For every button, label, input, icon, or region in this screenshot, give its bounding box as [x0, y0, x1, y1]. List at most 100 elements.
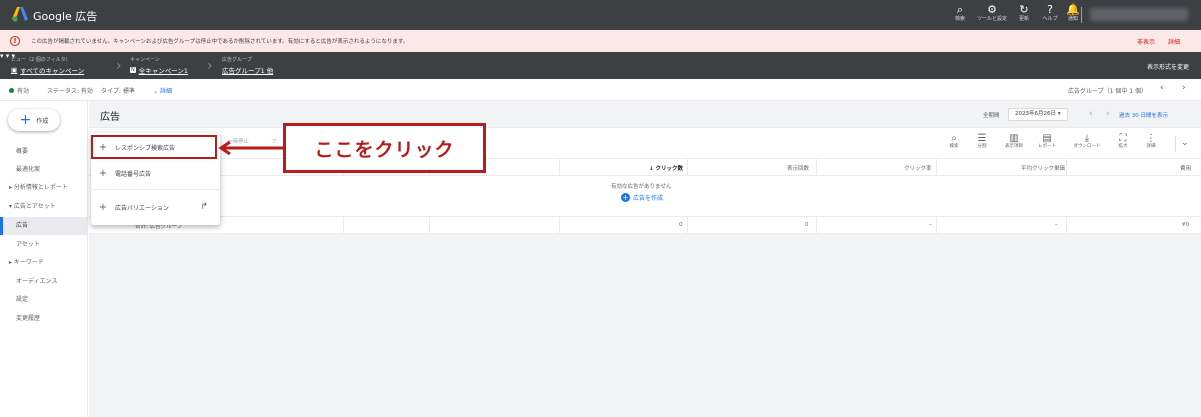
expand-icon: ⛶: [1119, 133, 1127, 144]
change-view-link[interactable]: 表示形式を変更: [1147, 62, 1189, 71]
menu-item-label: 電話番号広告: [115, 170, 152, 178]
divider: [1175, 136, 1176, 152]
total-ctr: –: [929, 222, 932, 228]
help-icon: ?: [1047, 3, 1053, 16]
toolbar-download[interactable]: ⤓ ダウンロード: [1073, 133, 1101, 150]
column-divider: [936, 217, 937, 234]
toolbar-expand[interactable]: ⛶ 拡大: [1109, 133, 1137, 150]
folder-icon: ▣: [11, 66, 18, 74]
column-divider: [687, 217, 688, 234]
breadcrumb-campaign[interactable]: キャンペーン N 全キャンペーン1: [130, 56, 188, 75]
toolbar-segment[interactable]: ☰ 分割: [968, 133, 996, 150]
sidebar-item-change-history[interactable]: 変更履歴: [0, 310, 88, 328]
sidebar-item-overview[interactable]: 概要: [0, 143, 88, 161]
breadcrumb-campaign-caption: キャンペーン: [130, 57, 160, 63]
collapse-icon[interactable]: ⌄: [1181, 138, 1189, 148]
date-range-picker[interactable]: 2023年6月26日 ▾: [1008, 108, 1068, 121]
column-divider: [816, 159, 817, 176]
report-icon: ▤: [1042, 133, 1052, 144]
prev-period-icon[interactable]: ‹: [1089, 109, 1093, 119]
menu-item-label: 広告バリエーション: [115, 204, 169, 212]
highlight-box: [91, 135, 217, 159]
breadcrumb-bar: ビュー（2 個のフィルタ） ▣ すべてのキャンペーン ▾ › キャンペーン N 全キ…: [0, 52, 1201, 79]
next-period-icon[interactable]: ›: [1106, 109, 1110, 119]
total-clicks: 0: [679, 222, 683, 228]
column-divider: [343, 217, 344, 234]
create-button-label: 作成: [36, 117, 49, 125]
chevron-right-icon: ›: [116, 58, 122, 74]
sidebar-item-ads[interactable]: 広告: [0, 217, 88, 235]
more-filters[interactable]: ⌄ 詳細: [153, 86, 172, 95]
chevron-down-icon: ▾: [1057, 111, 1061, 117]
column-header-clicks[interactable]: ↓ クリック数: [649, 164, 683, 172]
table-header: ↓ クリック数 表示回数 クリック率 平均クリック単価 費用: [89, 158, 1201, 176]
toolbar-label: 拡大: [1118, 144, 1128, 149]
column-header-cost[interactable]: 費用: [1180, 164, 1191, 172]
status-dot-icon: [9, 88, 14, 93]
column-header-impressions[interactable]: 表示回数: [787, 164, 809, 172]
page-title: 広告: [100, 112, 120, 123]
total-row: 合計: 広告グループ 0 0 – – ¥0: [89, 216, 1201, 234]
columns-icon: ▥: [1009, 133, 1019, 144]
row-count: 広告グループ（1 個中 1 個）: [1068, 88, 1147, 95]
column-divider: [429, 217, 430, 234]
dropdown-arrow-icon[interactable]: ▾: [0, 52, 4, 60]
sidebar-item-ads-assets[interactable]: ▾ 広告とアセット: [0, 198, 88, 216]
toolbar-search[interactable]: ⌕ 検索: [940, 133, 968, 150]
google-ads-logo-icon: [12, 7, 28, 22]
status-filter[interactable]: ステータス: 有効: [47, 86, 93, 95]
sidebar-item-assets[interactable]: アセット: [0, 236, 88, 254]
column-header-ctr[interactable]: クリック率: [904, 164, 932, 172]
breadcrumb-campaign-label: 全キャンペーン1: [138, 67, 189, 75]
menu-divider: [91, 189, 220, 190]
menu-item-call-ad[interactable]: + 電話番号広告: [91, 162, 220, 184]
filter-bar: 有効 ステータス: 有効 タイプ: 標準 ⌄ 詳細 広告グループ（1 個中 1 …: [0, 79, 1201, 101]
type-filter[interactable]: タイプ: 標準: [101, 86, 135, 95]
prev-page-icon[interactable]: ‹: [1160, 83, 1164, 93]
plus-icon: +: [98, 201, 108, 213]
segment-icon: ☰: [977, 133, 987, 144]
toolbar-more[interactable]: ⋮ 詳細: [1137, 133, 1165, 150]
refresh-icon: ↻: [1019, 3, 1029, 16]
tool-label: 検索: [954, 16, 965, 22]
sidebar-item-keywords[interactable]: ▸ キーワード: [0, 254, 88, 272]
show-last-30-days-link[interactable]: 過去 30 日間を表示: [1119, 111, 1168, 119]
toolbar-label: 詳細: [1146, 144, 1156, 149]
create-ad-link[interactable]: + 広告を作成: [621, 193, 663, 202]
tool-search[interactable]: ⌕ 検索: [945, 4, 975, 23]
sidebar-item-settings[interactable]: 設定: [0, 291, 88, 309]
tool-notifications[interactable]: 🔔 通知: [1058, 4, 1088, 23]
sidebar-item-recommendations[interactable]: 最適化案: [0, 161, 88, 179]
create-button[interactable]: + 作成: [8, 109, 60, 131]
column-divider: [559, 217, 560, 234]
breadcrumb-adgroup[interactable]: 広告グループ 広告グループ1 他: [222, 56, 273, 75]
menu-item-ad-variations[interactable]: + 広告バリエーション ↱: [91, 196, 220, 218]
toolbar-label: 検索: [949, 144, 959, 149]
toolbar-reports[interactable]: ▤ レポート: [1033, 133, 1061, 150]
toolbar-columns[interactable]: ▥ 表示項目: [1000, 133, 1028, 150]
tool-label: ヘルプ: [1042, 16, 1058, 22]
sidebar-item-insights[interactable]: ▸ 分析情報とレポート: [0, 179, 88, 197]
period-label: 全期間: [983, 113, 1000, 119]
tool-tools-settings[interactable]: ⚙ ツールと設定: [977, 4, 1007, 23]
column-divider: [936, 159, 937, 176]
column-divider: [687, 159, 688, 176]
column-header-avg-cpc[interactable]: 平均クリック単価: [1021, 164, 1065, 172]
date-range-value: 2023年6月26日: [1015, 111, 1056, 117]
campaign-type-icon: N: [130, 67, 136, 73]
sidebar: + 作成 概要 最適化案 ▸ 分析情報とレポート ▾ 広告とアセット 広告 アセ…: [0, 101, 88, 417]
tool-label: 更新: [1018, 16, 1029, 22]
dropdown-arrow-icon[interactable]: ▾: [6, 52, 10, 60]
breadcrumb-view-caption: ビュー（2 個のフィルタ）: [11, 57, 71, 63]
next-page-icon[interactable]: ›: [1182, 83, 1186, 93]
account-info[interactable]: [1090, 8, 1188, 21]
status-chip[interactable]: 有効: [9, 86, 29, 95]
sidebar-item-audiences[interactable]: オーディエンス: [0, 273, 88, 291]
plus-icon: +: [98, 167, 108, 179]
chevron-right-icon: ›: [207, 58, 213, 74]
total-cost: ¥0: [1182, 222, 1189, 228]
breadcrumb-adgroup-caption: 広告グループ: [222, 57, 252, 63]
alert-details-link[interactable]: 詳細: [1168, 37, 1180, 46]
alert-hide-link[interactable]: 非表示: [1137, 37, 1155, 46]
breadcrumb-view[interactable]: ビュー（2 個のフィルタ） ▣ すべてのキャンペーン: [11, 56, 84, 75]
